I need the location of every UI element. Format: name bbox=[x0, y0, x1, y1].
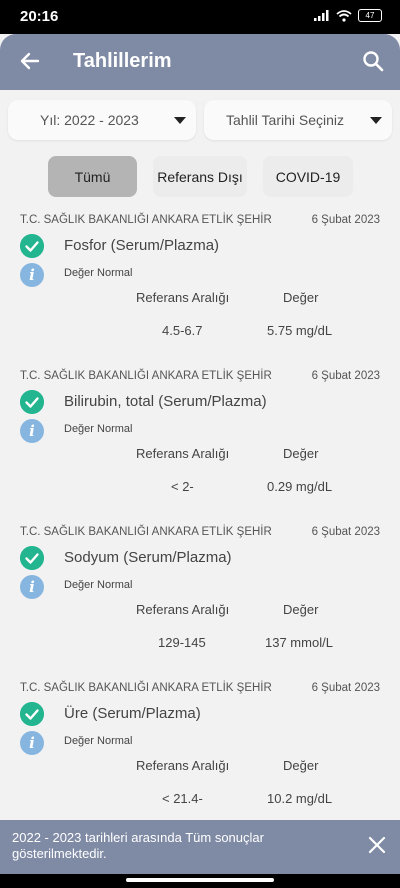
check-circle-icon bbox=[20, 546, 44, 570]
reference-range-header: Referans Aralığı bbox=[136, 290, 230, 305]
filter-covid-button[interactable]: COVID-19 bbox=[263, 156, 353, 197]
result-status: Değer Normal bbox=[64, 735, 133, 747]
institution-name: T.C. SAĞLIK BAKANLIĞI ANKARA ETLİK ŞEHİR bbox=[20, 214, 272, 226]
info-icon[interactable]: i bbox=[20, 263, 44, 287]
filter-out-of-range-button[interactable]: Referans Dışı bbox=[153, 156, 247, 197]
value-header: Değer bbox=[283, 446, 319, 461]
arrow-left-icon[interactable] bbox=[18, 49, 42, 73]
status-bar: 20:16 47 bbox=[0, 0, 400, 34]
year-dropdown-label: Yıl: 2022 - 2023 bbox=[40, 112, 139, 128]
navigation-bar bbox=[0, 874, 400, 888]
date-dropdown[interactable]: Tahlil Tarihi Seçiniz bbox=[204, 100, 392, 140]
result-item[interactable]: T.C. SAĞLIK BAKANLIĞI ANKARA ETLİK ŞEHİR… bbox=[0, 214, 400, 370]
result-value: 0.29 mg/dL bbox=[267, 479, 333, 494]
snackbar-message: 2022 - 2023 tarihleri arasında Tüm sonuç… bbox=[12, 830, 264, 861]
test-name: Üre (Serum/Plazma) bbox=[64, 705, 201, 722]
reference-range: < 21.4- bbox=[162, 791, 203, 806]
app-bar: Tahlillerim bbox=[0, 34, 400, 90]
check-circle-icon bbox=[20, 390, 44, 414]
page-title: Tahlillerim bbox=[73, 50, 172, 72]
test-name: Bilirubin, total (Serum/Plazma) bbox=[64, 393, 267, 410]
test-name: Sodyum (Serum/Plazma) bbox=[64, 549, 232, 566]
result-value: 10.2 mg/dL bbox=[267, 791, 333, 806]
result-date: 6 Şubat 2023 bbox=[311, 214, 380, 226]
reference-range: 4.5-6.7 bbox=[162, 323, 203, 338]
date-dropdown-label: Tahlil Tarihi Seçiniz bbox=[226, 112, 345, 128]
reference-range-header: Referans Aralığı bbox=[136, 602, 230, 617]
result-item[interactable]: T.C. SAĞLIK BAKANLIĞI ANKARA ETLİK ŞEHİR… bbox=[0, 370, 400, 526]
test-name: Fosfor (Serum/Plazma) bbox=[64, 237, 220, 254]
result-status: Değer Normal bbox=[64, 579, 133, 591]
result-value: 5.75 mg/dL bbox=[267, 323, 333, 338]
institution-name: T.C. SAĞLIK BAKANLIĞI ANKARA ETLİK ŞEHİR bbox=[20, 526, 272, 538]
year-dropdown[interactable]: Yıl: 2022 - 2023 bbox=[8, 100, 196, 140]
value-header: Değer bbox=[283, 602, 319, 617]
result-date: 6 Şubat 2023 bbox=[311, 526, 380, 538]
status-icons: 47 bbox=[314, 9, 382, 22]
result-status: Değer Normal bbox=[64, 423, 133, 435]
reference-range-header: Referans Aralığı bbox=[136, 446, 230, 461]
check-circle-icon bbox=[20, 234, 44, 258]
info-icon[interactable]: i bbox=[20, 575, 44, 599]
wifi-icon bbox=[336, 9, 352, 22]
filter-all-button[interactable]: Tümü bbox=[48, 156, 137, 197]
reference-range-header: Referans Aralığı bbox=[136, 758, 230, 773]
status-time: 20:16 bbox=[20, 8, 59, 25]
home-indicator[interactable] bbox=[126, 878, 274, 882]
result-item[interactable]: T.C. SAĞLIK BAKANLIĞI ANKARA ETLİK ŞEHİR… bbox=[0, 526, 400, 682]
search-icon[interactable] bbox=[362, 50, 384, 72]
result-status: Değer Normal bbox=[64, 267, 133, 279]
caret-down-icon bbox=[174, 117, 186, 124]
result-date: 6 Şubat 2023 bbox=[311, 370, 380, 382]
value-header: Değer bbox=[283, 758, 319, 773]
result-date: 6 Şubat 2023 bbox=[311, 682, 380, 694]
info-icon[interactable]: i bbox=[20, 731, 44, 755]
check-circle-icon bbox=[20, 702, 44, 726]
institution-name: T.C. SAĞLIK BAKANLIĞI ANKARA ETLİK ŞEHİR bbox=[20, 370, 272, 382]
info-icon[interactable]: i bbox=[20, 419, 44, 443]
reference-range: 129-145 bbox=[158, 635, 206, 650]
reference-range: < 2- bbox=[171, 479, 194, 494]
result-value: 137 mmol/L bbox=[265, 635, 333, 650]
caret-down-icon bbox=[370, 117, 382, 124]
value-header: Değer bbox=[283, 290, 319, 305]
signal-icon bbox=[314, 10, 329, 21]
institution-name: T.C. SAĞLIK BAKANLIĞI ANKARA ETLİK ŞEHİR bbox=[20, 682, 272, 694]
battery-icon: 47 bbox=[358, 9, 382, 22]
snackbar: 2022 - 2023 tarihleri arasında Tüm sonuç… bbox=[0, 820, 400, 874]
close-icon[interactable] bbox=[368, 836, 386, 854]
result-item[interactable]: T.C. SAĞLIK BAKANLIĞI ANKARA ETLİK ŞEHİR… bbox=[0, 682, 400, 838]
